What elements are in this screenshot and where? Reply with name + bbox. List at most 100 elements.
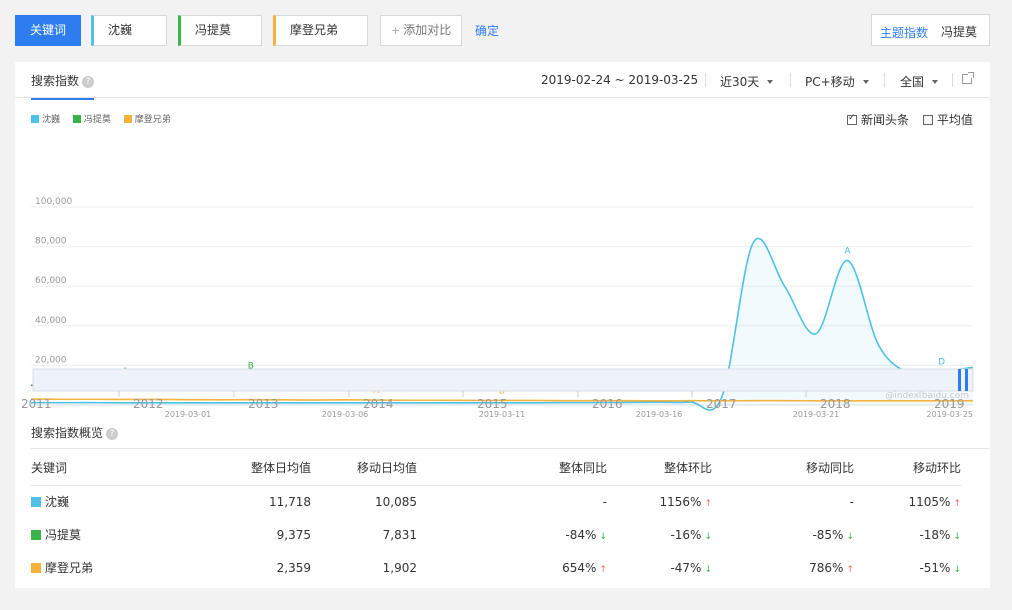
cell-mobile-avg: 1,902 (311, 551, 417, 584)
plus-icon: + (391, 24, 401, 37)
event-marker: A (844, 246, 851, 256)
timeline-year-label: 2014 (363, 397, 394, 411)
cell-mobile-mom: -51% ↓ (854, 551, 961, 584)
theme-index-label[interactable]: 主题指数 (880, 24, 928, 41)
arrow-down-icon: ↓ (846, 531, 854, 542)
cell-mobile-mom: 1105% ↑ (854, 485, 962, 518)
date-range[interactable]: 2019-02-24 ~ 2019-03-25 (541, 73, 698, 87)
y-tick-label: 40,000 (35, 316, 67, 326)
period-label: 近30天 (720, 75, 760, 89)
timeline-slider[interactable]: 2011 2012 2013 2014 2015 2016 2017 2018 2019 (15, 364, 990, 414)
timeline-year-label: 2016 (592, 397, 623, 411)
timeline-track[interactable] (32, 368, 974, 392)
mobile-mom-value: 1105% (908, 494, 951, 509)
tab-label: 搜索指数 (31, 74, 80, 88)
timeline-year-label: 2013 (248, 397, 279, 411)
legend-item[interactable]: 摩登兄弟 (123, 115, 171, 125)
add-compare-label: 添加对比 (403, 23, 452, 37)
col-mobile-avg: 移动日均值 (311, 450, 417, 486)
help-icon[interactable]: ? (106, 428, 119, 440)
cell-overall-yoy: - (417, 485, 607, 518)
cell-mobile-yoy: -85% ↓ (712, 518, 854, 551)
table-row: 冯提莫 9,375 7,831 -84% ↓ -16% ↓ -85% ↓ -18% ↓ (31, 518, 961, 551)
device-dropdown[interactable]: PC+移动 (805, 73, 869, 90)
keyword-swatch (31, 563, 41, 573)
divider (884, 73, 885, 87)
keyword-name: 摩登兄弟 (45, 561, 94, 575)
cell-overall-mom: -47% ↓ (607, 551, 712, 584)
keyword-chip-1[interactable]: 沈巍 (91, 15, 167, 46)
legend-item[interactable]: 冯提莫 (72, 115, 111, 125)
legend-swatch (72, 115, 81, 123)
cell-overall-yoy: 654% ↑ (417, 551, 607, 584)
timeline-handle-left[interactable] (958, 369, 961, 391)
chart-legend: 沈巍 冯提莫 摩登兄弟 (31, 112, 181, 125)
legend-swatch (123, 115, 132, 123)
checkbox-checked-icon (847, 113, 857, 125)
arrow-up-icon: ↑ (953, 498, 961, 509)
timeline-year-label: 2012 (133, 397, 164, 411)
timeline-year-label: 2011 (21, 397, 52, 411)
overall-yoy-value: 654% (562, 560, 597, 575)
region-dropdown[interactable]: 全国 (900, 73, 939, 90)
cell-overall-yoy: -84% ↓ (417, 518, 607, 551)
mobile-yoy-value: 786% (809, 560, 844, 575)
mobile-mom-value: -51% (919, 560, 951, 575)
mobile-yoy-value: - (849, 494, 854, 509)
mobile-avg-value: 7,831 (382, 527, 417, 542)
keyword-swatch (31, 497, 41, 508)
share-icon[interactable] (962, 72, 974, 84)
arrow-down-icon: ↓ (599, 531, 607, 542)
chevron-down-icon (862, 80, 869, 84)
cell-keyword: 沈巍 (31, 485, 161, 518)
overall-mom-value: -47% (670, 560, 702, 575)
table-row: 沈巍 11,718 10,085-1156% ↑ -1105% ↑ (31, 485, 961, 518)
y-tick-label: 60,000 (35, 276, 67, 286)
add-compare-button[interactable]: + 添加对比 (380, 15, 462, 46)
cell-mobile-yoy: 786% ↑ (712, 551, 854, 584)
legend-item[interactable]: 沈巍 (31, 115, 60, 125)
checkbox-icon (922, 115, 933, 125)
overall-avg-value: 2,359 (276, 560, 311, 575)
divider (31, 448, 989, 449)
cell-keyword: 摩登兄弟 (31, 551, 161, 584)
news-label: 新闻头条 (861, 113, 910, 127)
overall-yoy-value: -84% (565, 527, 597, 542)
overall-mom-value: -16% (670, 527, 702, 542)
chevron-down-icon (767, 80, 774, 84)
cell-overall-mom: -16% ↓ (607, 518, 712, 551)
news-checkbox[interactable]: 新闻头条 (847, 113, 909, 127)
mobile-avg-value: 10,085 (375, 494, 417, 509)
timeline-year-label: 2018 (820, 397, 851, 411)
arrow-down-icon: ↓ (953, 564, 961, 575)
theme-index-box[interactable]: 主题指数 冯提莫 (871, 14, 990, 46)
help-icon[interactable]: ? (82, 76, 95, 88)
timeline-year-label: 2017 (706, 397, 737, 411)
col-overall-yoy: 整体同比 (417, 450, 607, 486)
arrow-up-icon: ↑ (846, 564, 854, 575)
average-label: 平均值 (936, 113, 973, 127)
divider (705, 73, 706, 87)
keyword-chip-3[interactable]: 摩登兄弟 (273, 15, 368, 46)
cell-keyword: 冯提莫 (31, 518, 161, 551)
arrow-down-icon: ↓ (704, 531, 712, 542)
table-header-row: 关键词 整体日均值 移动日均值 整体同比 整体环比 移动同比 移动环比 (31, 450, 961, 486)
overall-mom-value: 1156% (659, 494, 702, 509)
tab-search-index[interactable]: 搜索指数? (31, 72, 95, 100)
cell-mobile-mom: -18% ↓ (854, 518, 961, 551)
arrow-up-icon: ↑ (599, 564, 607, 575)
arrow-up-icon: ↑ (704, 498, 712, 509)
legend-label: 摩登兄弟 (134, 115, 171, 125)
keyword-chip-2[interactable]: 冯提莫 (178, 15, 262, 46)
theme-keyword[interactable]: 冯提莫 (941, 23, 977, 40)
confirm-link[interactable]: 确定 (475, 22, 499, 39)
legend-swatch (31, 115, 39, 123)
timeline-handle-right[interactable] (965, 369, 968, 391)
col-mobile-yoy: 移动同比 (712, 450, 854, 486)
period-dropdown[interactable]: 近30天 (720, 73, 774, 90)
keyword-mode-button[interactable]: 关键词 (15, 15, 81, 46)
cell-overall-avg: 9,375 (161, 518, 311, 551)
overview-title-label: 搜索指数概览 (31, 426, 104, 440)
overview-table: 关键词 整体日均值 移动日均值 整体同比 整体环比 移动同比 移动环比 沈巍 11… (31, 450, 961, 584)
average-checkbox[interactable]: 平均值 (922, 113, 973, 127)
